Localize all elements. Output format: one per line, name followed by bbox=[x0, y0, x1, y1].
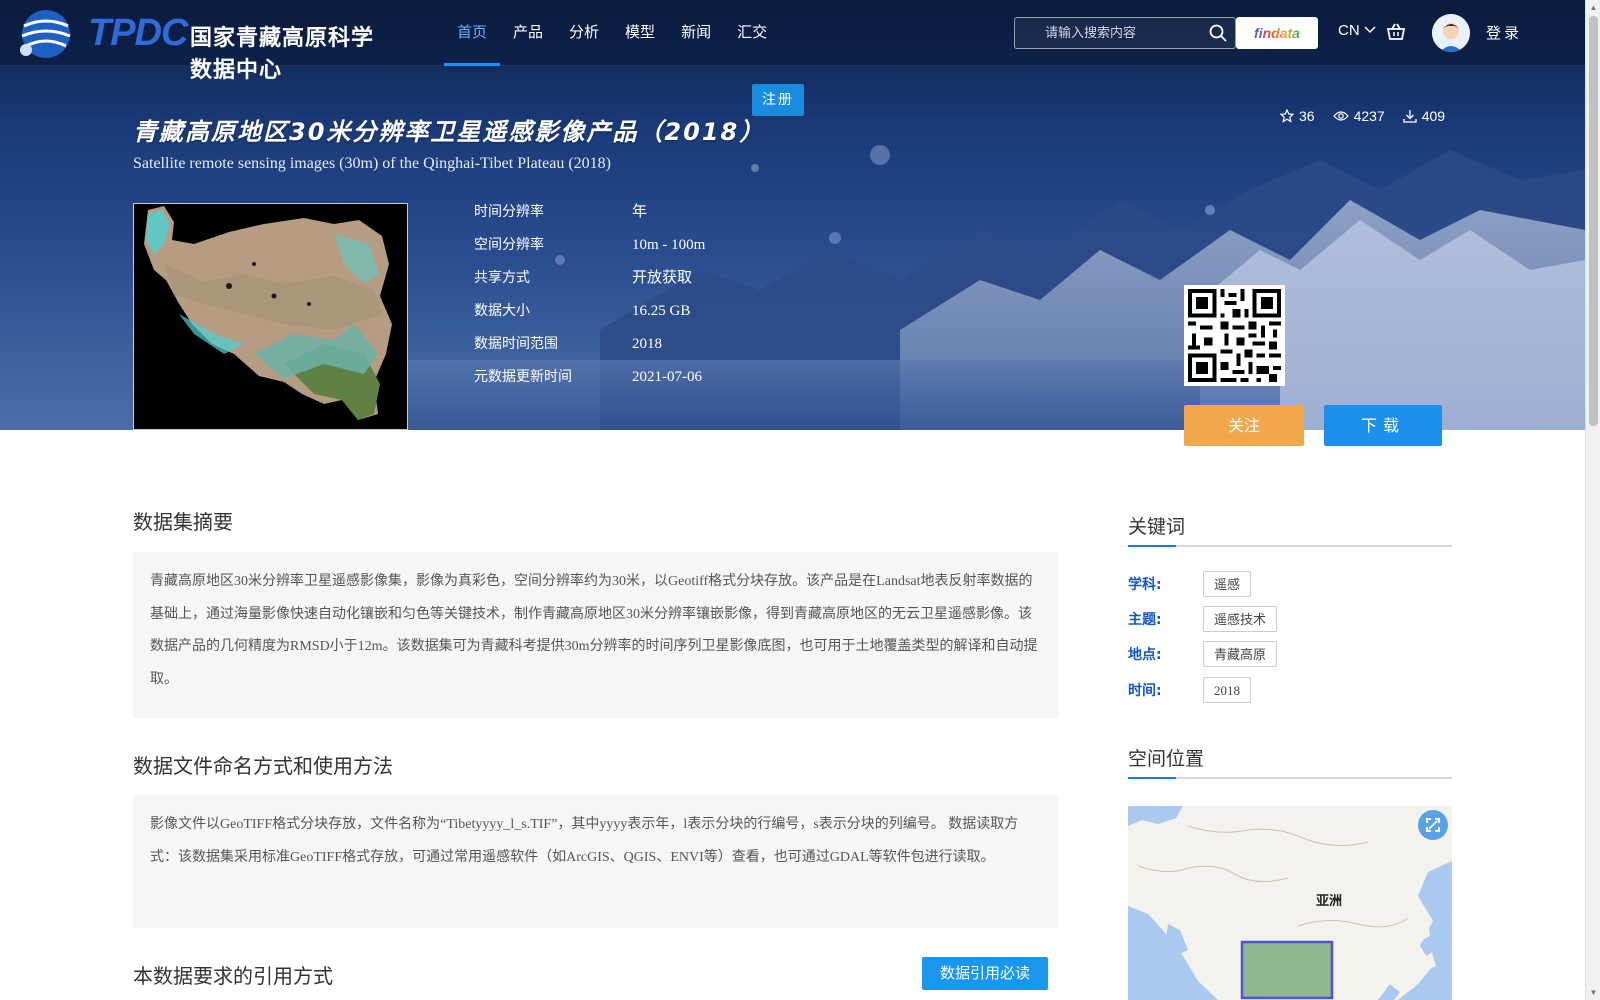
meta-key: 数据时间范围 bbox=[474, 336, 558, 352]
abstract-text: 青藏高原地区30米分辨率卫星遥感影像集，影像为真彩色，空间分辨率约为30米，以G… bbox=[133, 552, 1058, 718]
download-count: 409 bbox=[1403, 108, 1445, 124]
keyword-row-discipline: 学科: 遥感 bbox=[1128, 571, 1252, 597]
avatar-icon bbox=[1432, 14, 1470, 52]
location-divider bbox=[1128, 777, 1452, 779]
scroll-up-arrow-icon[interactable]: ▲ bbox=[1586, 0, 1600, 15]
follow-button[interactable]: 关注 bbox=[1184, 405, 1304, 446]
meta-value: 2021-07-06 bbox=[632, 369, 702, 385]
meta-row-spatial-resolution: 空间分辨率 10m - 100m bbox=[474, 233, 705, 266]
language-label: CN bbox=[1338, 22, 1360, 39]
meta-value: 开放获取 bbox=[632, 270, 693, 286]
chevron-down-icon bbox=[1364, 26, 1376, 34]
meta-key: 共享方式 bbox=[474, 270, 530, 286]
citation-required-button[interactable]: 数据引用必读 bbox=[922, 957, 1048, 990]
keywords-divider bbox=[1128, 545, 1452, 547]
star-icon bbox=[1280, 109, 1294, 123]
menu-item-models[interactable]: 模型 bbox=[612, 0, 668, 66]
search-input[interactable] bbox=[1015, 18, 1205, 48]
user-avatar[interactable] bbox=[1432, 14, 1470, 52]
menu-item-home[interactable]: 首页 bbox=[444, 0, 501, 66]
keyword-row-time: 时间: 2018 bbox=[1128, 677, 1251, 703]
star-count-value: 36 bbox=[1299, 108, 1315, 124]
dataset-thumbnail[interactable] bbox=[133, 203, 408, 430]
meta-key: 时间分辨率 bbox=[474, 204, 544, 220]
dataset-title-cn: 青藏高原地区30米分辨率卫星遥感影像产品（2018） bbox=[133, 118, 766, 146]
keyword-label: 主题: bbox=[1128, 612, 1162, 628]
keyword-label: 时间: bbox=[1128, 683, 1162, 699]
meta-row-time-range: 数据时间范围 2018 bbox=[474, 332, 705, 365]
map-region-label: 亚洲 bbox=[1316, 894, 1343, 909]
keyword-row-place: 地点: 青藏高原 bbox=[1128, 641, 1278, 667]
view-count: 4237 bbox=[1332, 108, 1385, 124]
eye-icon bbox=[1332, 111, 1349, 121]
dataset-metadata: 时间分辨率 年 空间分辨率 10m - 100m 共享方式 开放获取 数据大小 16.2… bbox=[474, 200, 705, 398]
keyword-label: 学科: bbox=[1128, 577, 1162, 593]
search-icon[interactable] bbox=[1209, 24, 1227, 47]
qr-code bbox=[1184, 285, 1285, 386]
menu-item-products[interactable]: 产品 bbox=[500, 0, 556, 66]
meta-key: 元数据更新时间 bbox=[474, 369, 572, 385]
meta-row-updated: 元数据更新时间 2021-07-06 bbox=[474, 365, 705, 398]
meta-row-sharing: 共享方式 开放获取 bbox=[474, 266, 705, 299]
meta-value: 16.25 GB bbox=[632, 303, 691, 319]
view-count-value: 4237 bbox=[1353, 108, 1385, 124]
keyword-tag[interactable]: 遥感技术 bbox=[1203, 606, 1278, 632]
site-logo[interactable]: TPDC 国家青藏高原科学数据中心 bbox=[14, 2, 394, 83]
logo-abbreviation: TPDC bbox=[88, 12, 188, 54]
findata-label: findata bbox=[1254, 25, 1300, 41]
dataset-title-en: Satellite remote sensing images (30m) of… bbox=[133, 155, 611, 172]
keyword-tag[interactable]: 2018 bbox=[1203, 677, 1251, 703]
menu-item-news[interactable]: 新闻 bbox=[668, 0, 724, 66]
download-icon bbox=[1403, 110, 1417, 123]
meta-row-time-resolution: 时间分辨率 年 bbox=[474, 200, 705, 233]
download-button[interactable]: 下载 bbox=[1324, 405, 1442, 446]
keyword-label: 地点: bbox=[1128, 647, 1162, 663]
abstract-title: 数据集摘要 bbox=[133, 510, 233, 534]
keyword-row-theme: 主题: 遥感技术 bbox=[1128, 606, 1278, 632]
meta-key: 空间分辨率 bbox=[474, 237, 544, 253]
findata-button[interactable]: findata bbox=[1236, 17, 1318, 49]
keyword-tag[interactable]: 遥感 bbox=[1203, 571, 1252, 597]
map-canvas bbox=[1128, 806, 1452, 1000]
meta-value: 2018 bbox=[632, 336, 662, 352]
dataset-stats: 36 4237 409 bbox=[1280, 108, 1445, 124]
menu-item-submission[interactable]: 汇交 bbox=[724, 0, 780, 66]
menu-item-analysis[interactable]: 分析 bbox=[556, 0, 612, 66]
citation-title: 本数据要求的引用方式 bbox=[133, 964, 333, 988]
keywords-title: 关键词 bbox=[1128, 516, 1186, 538]
keyword-tag[interactable]: 青藏高原 bbox=[1203, 641, 1278, 667]
top-navigation: TPDC 国家青藏高原科学数据中心 首页 产品 分析 模型 新闻 汇交 find… bbox=[0, 0, 1585, 83]
meta-value: 年 bbox=[632, 204, 648, 220]
login-link[interactable]: 登录 bbox=[1486, 22, 1522, 43]
scrollbar-thumb[interactable] bbox=[1589, 16, 1598, 426]
location-title: 空间位置 bbox=[1128, 748, 1205, 770]
meta-row-data-size: 数据大小 16.25 GB bbox=[474, 299, 705, 332]
globe-logo-icon bbox=[20, 10, 71, 58]
main-menu: 首页 产品 分析 模型 新闻 汇交 bbox=[444, 0, 780, 66]
language-switcher[interactable]: CN bbox=[1338, 22, 1376, 39]
naming-text: 影像文件以GeoTIFF格式分块存放，文件名称为“Tibetyyyy_l_s.T… bbox=[133, 795, 1058, 928]
search-box bbox=[1014, 17, 1236, 49]
meta-value: 10m - 100m bbox=[632, 237, 706, 253]
download-count-value: 409 bbox=[1421, 108, 1446, 124]
naming-title: 数据文件命名方式和使用方法 bbox=[133, 754, 393, 778]
page-scrollbar[interactable]: ▲ ▼ bbox=[1585, 0, 1600, 1000]
meta-key: 数据大小 bbox=[474, 303, 530, 319]
fullscreen-icon[interactable] bbox=[1418, 810, 1448, 840]
scroll-down-arrow-icon[interactable]: ▼ bbox=[1586, 985, 1600, 1000]
qr-code-icon bbox=[1184, 285, 1285, 386]
shopping-basket-icon[interactable] bbox=[1386, 22, 1406, 47]
plateau-image bbox=[134, 204, 407, 429]
site-name: 国家青藏高原科学数据中心 bbox=[190, 26, 375, 83]
star-count[interactable]: 36 bbox=[1280, 108, 1315, 124]
spatial-map[interactable]: 亚洲 bbox=[1128, 806, 1452, 1000]
